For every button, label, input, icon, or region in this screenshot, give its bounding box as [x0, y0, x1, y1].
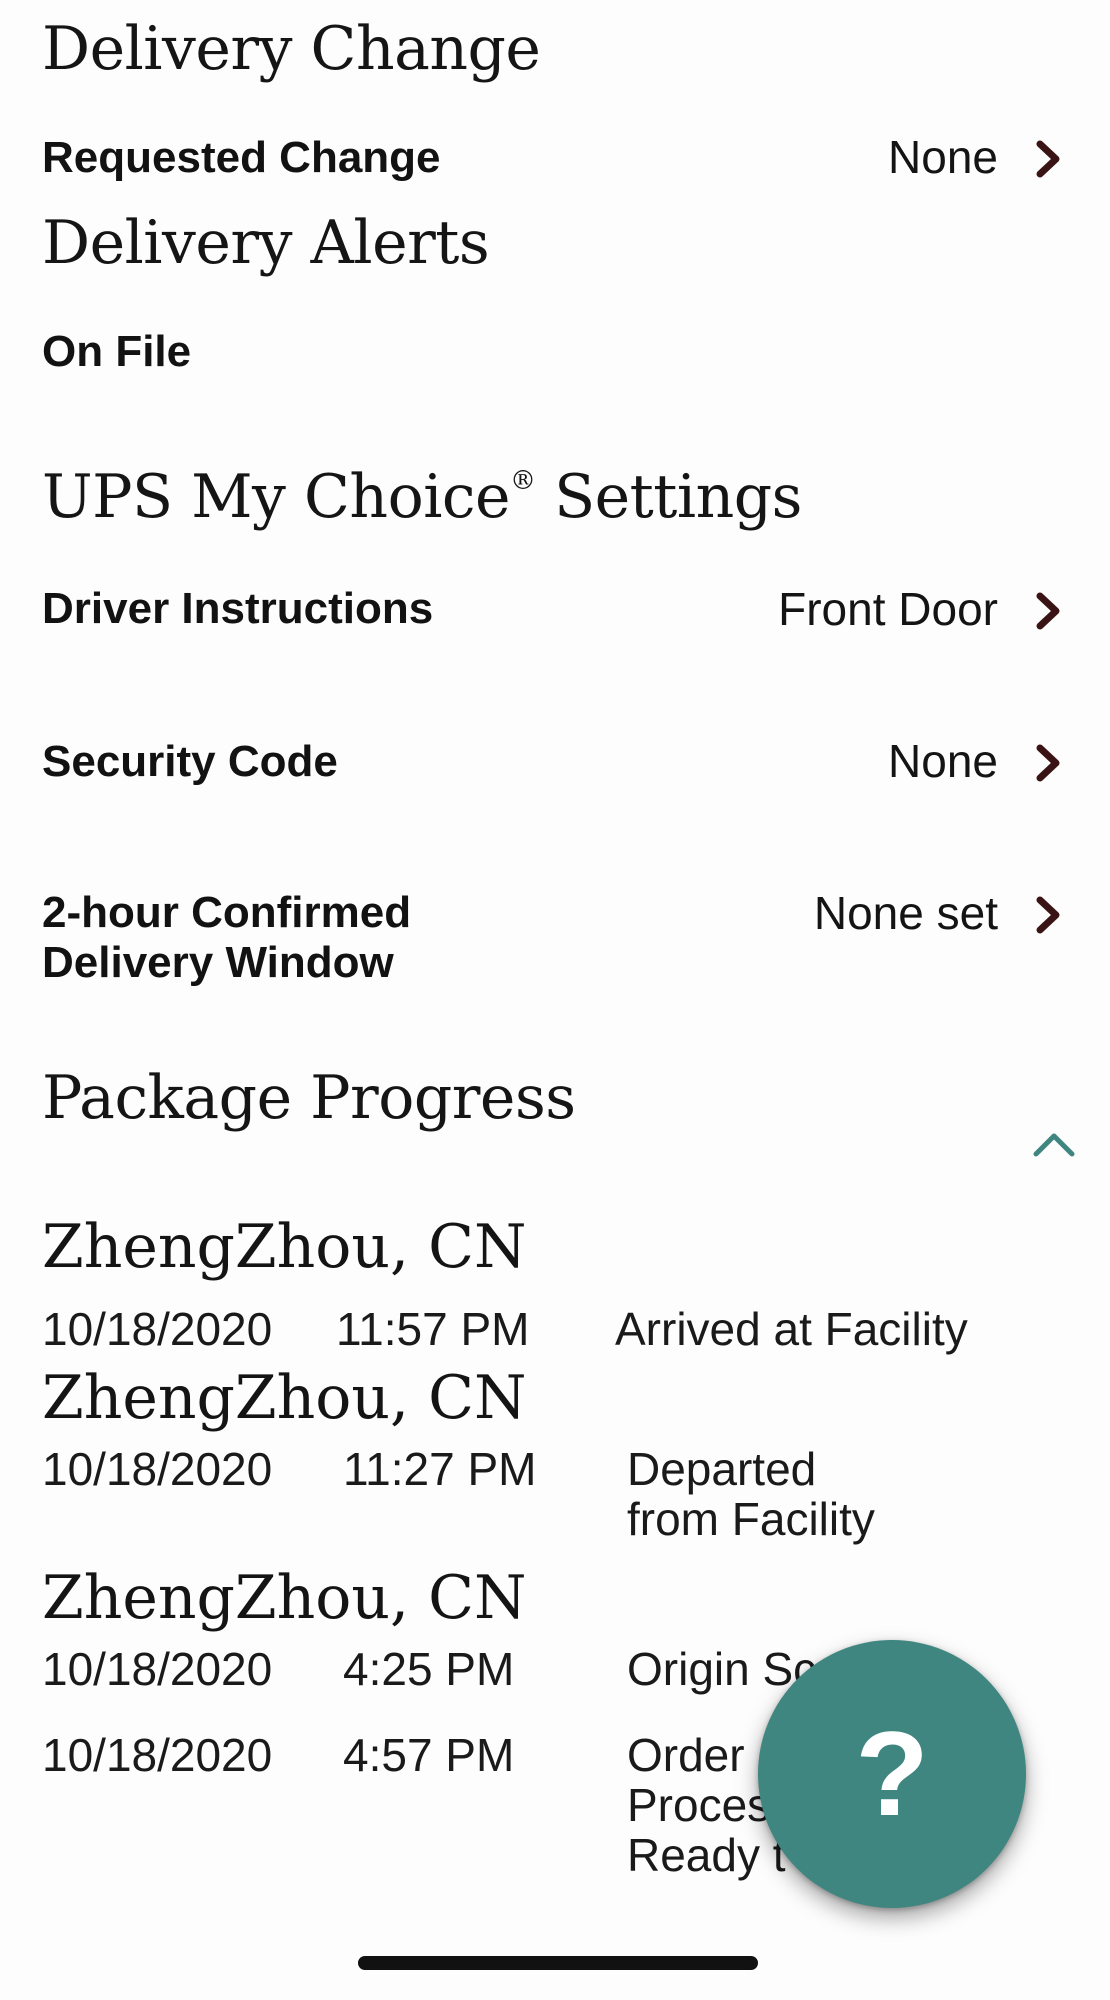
- event-status: Arrived at Facility: [615, 1304, 968, 1354]
- on-file-label: On File: [42, 327, 192, 376]
- delivery-alerts-title: Delivery Alerts: [42, 208, 490, 278]
- my-choice-title-suffix: Settings: [535, 462, 802, 532]
- question-mark-icon: ?: [855, 1707, 929, 1841]
- security-code-value[interactable]: None: [888, 734, 998, 788]
- delivery-window-label: 2-hour Confirmed Delivery Window: [42, 888, 411, 988]
- home-indicator: [358, 1956, 758, 1970]
- delivery-window-label-line2: Delivery Window: [42, 938, 394, 987]
- requested-change-value[interactable]: None: [888, 130, 998, 184]
- event-status: Origin Sc: [627, 1644, 816, 1694]
- my-choice-title-text: UPS My Choice: [42, 462, 511, 532]
- event-location: ZhengZhou, CN: [42, 1212, 527, 1282]
- chevron-right-icon[interactable]: [1024, 740, 1070, 786]
- event-status-line: Origin Sc: [627, 1643, 817, 1695]
- driver-instructions-value[interactable]: Front Door: [778, 582, 998, 636]
- event-status-line: Ready t: [627, 1829, 786, 1881]
- requested-change-label: Requested Change: [42, 133, 441, 182]
- event-location: ZhengZhou, CN: [42, 1363, 527, 1433]
- event-date: 10/18/2020: [42, 1729, 273, 1781]
- event-time: 4:25 PM: [343, 1643, 515, 1695]
- event-location: ZhengZhou, CN: [42, 1563, 527, 1633]
- package-progress-title: Package Progress: [42, 1063, 576, 1133]
- chevron-right-icon[interactable]: [1024, 136, 1070, 182]
- event-date: 10/18/2020: [42, 1303, 273, 1355]
- event-status-line: from Facility: [627, 1493, 875, 1545]
- registered-mark: ®: [510, 466, 536, 496]
- event-status: Departed from Facility: [627, 1444, 875, 1544]
- my-choice-settings-title: UPS My Choice® Settings: [42, 462, 802, 532]
- event-status-line: Arrived at Facility: [615, 1303, 968, 1355]
- help-button[interactable]: ?: [758, 1640, 1026, 1908]
- event-status-line: Departed: [627, 1443, 817, 1495]
- event-time: 11:57 PM: [336, 1303, 530, 1355]
- event-date: 10/18/2020: [42, 1643, 273, 1695]
- security-code-label: Security Code: [42, 737, 338, 786]
- event-time: 11:27 PM: [343, 1443, 537, 1495]
- event-time: 4:57 PM: [343, 1729, 515, 1781]
- delivery-window-value[interactable]: None set: [814, 886, 998, 940]
- chevron-up-icon[interactable]: [1030, 1126, 1078, 1162]
- chevron-right-icon[interactable]: [1024, 892, 1070, 938]
- event-date: 10/18/2020: [42, 1443, 273, 1495]
- driver-instructions-label: Driver Instructions: [42, 584, 434, 633]
- chevron-right-icon[interactable]: [1024, 588, 1070, 634]
- delivery-window-label-line1: 2-hour Confirmed: [42, 888, 412, 937]
- delivery-change-title: Delivery Change: [42, 14, 541, 84]
